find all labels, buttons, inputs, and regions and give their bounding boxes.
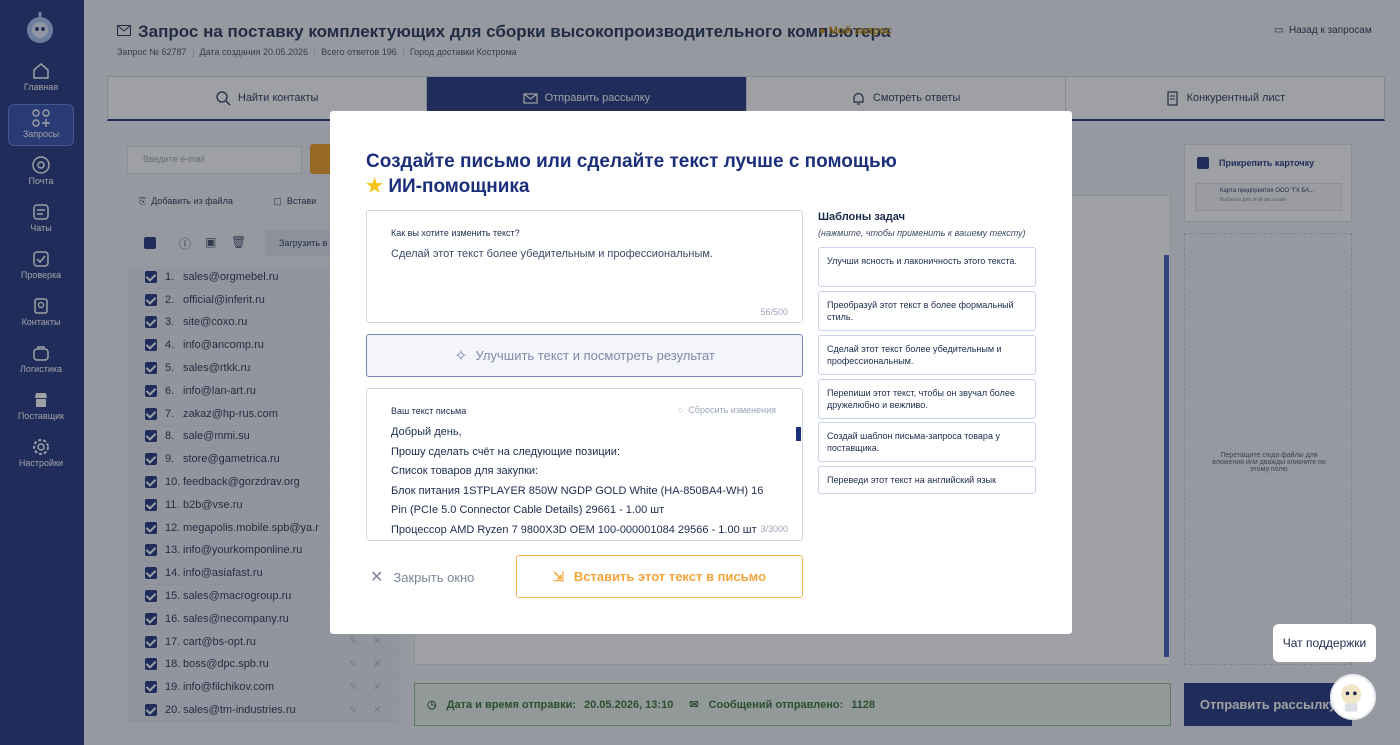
- letter-label: Ваш текст письма: [391, 406, 467, 416]
- change-prompt-box[interactable]: Как вы хотите изменить текст? Сделай это…: [366, 210, 803, 323]
- reset-label: Сбросить изменения: [688, 405, 776, 415]
- template-item[interactable]: Преобразуй этот текст в более формальный…: [818, 291, 1036, 331]
- support-chat-bubble[interactable]: Чат поддержки: [1273, 624, 1376, 662]
- letter-text-box[interactable]: Ваш текст письма ○ Сбросить изменения До…: [366, 388, 803, 541]
- reset-changes-button[interactable]: ○ Сбросить изменения: [678, 405, 776, 415]
- letter-text[interactable]: Добрый день, Прошу сделать счёт на следу…: [391, 423, 795, 540]
- bot-icon: [1341, 684, 1362, 712]
- insert-text-button[interactable]: ⇲ Вставить этот текст в письмо: [516, 555, 803, 598]
- improve-text-button[interactable]: ✧ Улучшить текст и посмотреть результат: [366, 334, 803, 377]
- modal-title-line2: ИИ-помощника: [388, 176, 530, 197]
- template-item[interactable]: Сделай этот текст более убедительным и п…: [818, 335, 1036, 375]
- change-prompt-counter: 56/500: [760, 307, 788, 317]
- sparkle-icon: ✧: [454, 347, 468, 365]
- letter-line: Прошу сделать счёт на следующие позиции:: [391, 445, 620, 458]
- improve-text-label: Улучшить текст и посмотреть результат: [475, 348, 715, 363]
- insert-icon: ⇲: [552, 568, 564, 584]
- templates-title: Шаблоны задач: [818, 211, 906, 223]
- letter-line: Блок питания 1STPLAYER 850W NGDP GOLD Wh…: [391, 484, 764, 497]
- template-item[interactable]: Переведи этот текст на английский язык: [818, 466, 1036, 494]
- letter-line: Процессор AMD Ryzen 7 9800X3D OEM 100-00…: [391, 523, 757, 536]
- change-prompt-input[interactable]: Сделай этот текст более убедительным и п…: [391, 248, 713, 260]
- ai-assistant-modal: Создайте письмо или сделайте текст лучше…: [330, 111, 1072, 634]
- template-item[interactable]: Перепиши этот текст, чтобы он звучал бол…: [818, 379, 1036, 419]
- star-icon: ★: [366, 176, 384, 197]
- close-modal-button[interactable]: ✕ Закрыть окно: [370, 567, 474, 587]
- letter-counter: 3/3000: [760, 524, 788, 534]
- letter-line: Список товаров для закупки:: [391, 465, 539, 478]
- change-prompt-label: Как вы хотите изменить текст?: [391, 228, 520, 238]
- letter-line: Pin (PCIe 5.0 Connector Cable Details) 2…: [391, 504, 665, 517]
- template-item[interactable]: Улучши ясность и лаконичность этого текс…: [818, 247, 1036, 287]
- insert-label: Вставить этот текст в письмо: [573, 569, 767, 584]
- close-label: Закрыть окно: [393, 569, 475, 585]
- modal-title-line1: Создайте письмо или сделайте текст лучше…: [366, 151, 897, 172]
- templates-subtitle: (нажмите, чтобы применить к вашему текст…: [818, 228, 1026, 238]
- letter-line: Добрый день,: [391, 426, 462, 438]
- template-item[interactable]: Создай шаблон письма-запроса товара у по…: [818, 422, 1036, 462]
- support-bot-avatar[interactable]: [1330, 674, 1376, 720]
- modal-title: Создайте письмо или сделайте текст лучше…: [366, 149, 906, 199]
- letter-scrollbar[interactable]: [796, 427, 801, 441]
- close-icon: ✕: [370, 569, 384, 586]
